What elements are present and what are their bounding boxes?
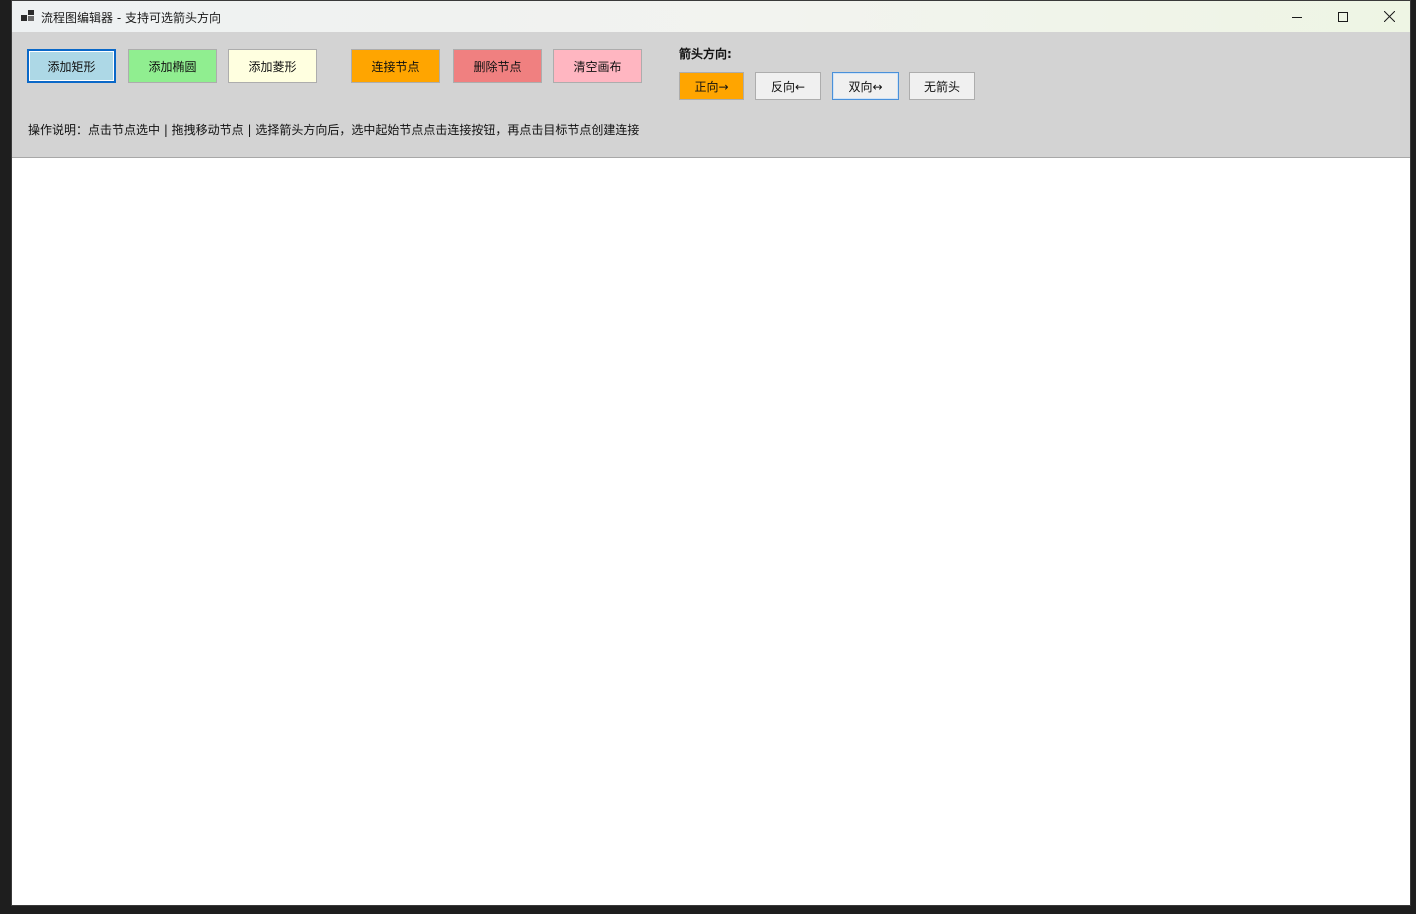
add-rectangle-button[interactable]: 添加矩形 — [27, 49, 116, 83]
clear-canvas-button[interactable]: 清空画布 — [553, 49, 642, 83]
toolbar: 添加矩形 添加椭圆 添加菱形 连接节点 删除节点 清空画布 箭头方向: 正向→ … — [12, 32, 1410, 158]
arrow-both-button[interactable]: 双向↔ — [832, 72, 899, 100]
arrow-backward-button[interactable]: 反向← — [755, 72, 821, 100]
add-ellipse-button[interactable]: 添加椭圆 — [128, 49, 217, 83]
window-title: 流程图编辑器 - 支持可选箭头方向 — [41, 11, 221, 25]
app-window: 流程图编辑器 - 支持可选箭头方向 添加矩形 添加椭圆 添加菱形 连接节点 删除… — [11, 0, 1411, 906]
minimize-icon — [1292, 16, 1302, 18]
connect-nodes-button[interactable]: 连接节点 — [351, 49, 440, 83]
title-bar[interactable]: 流程图编辑器 - 支持可选箭头方向 — [12, 1, 1410, 32]
add-diamond-button[interactable]: 添加菱形 — [228, 49, 317, 83]
drawing-canvas[interactable] — [12, 158, 1410, 905]
arrow-direction-label: 箭头方向: — [679, 47, 732, 61]
maximize-button[interactable] — [1320, 1, 1366, 32]
close-icon — [1383, 11, 1395, 22]
maximize-icon — [1338, 11, 1348, 22]
minimize-button[interactable] — [1274, 1, 1320, 32]
flowchart-icon — [21, 10, 34, 21]
close-button[interactable] — [1366, 1, 1410, 32]
arrow-none-button[interactable]: 无箭头 — [909, 72, 975, 100]
delete-node-button[interactable]: 删除节点 — [453, 49, 542, 83]
instructions-text: 操作说明：点击节点选中 | 拖拽移动节点 | 选择箭头方向后，选中起始节点点击连… — [28, 123, 640, 137]
arrow-forward-button[interactable]: 正向→ — [679, 72, 744, 100]
